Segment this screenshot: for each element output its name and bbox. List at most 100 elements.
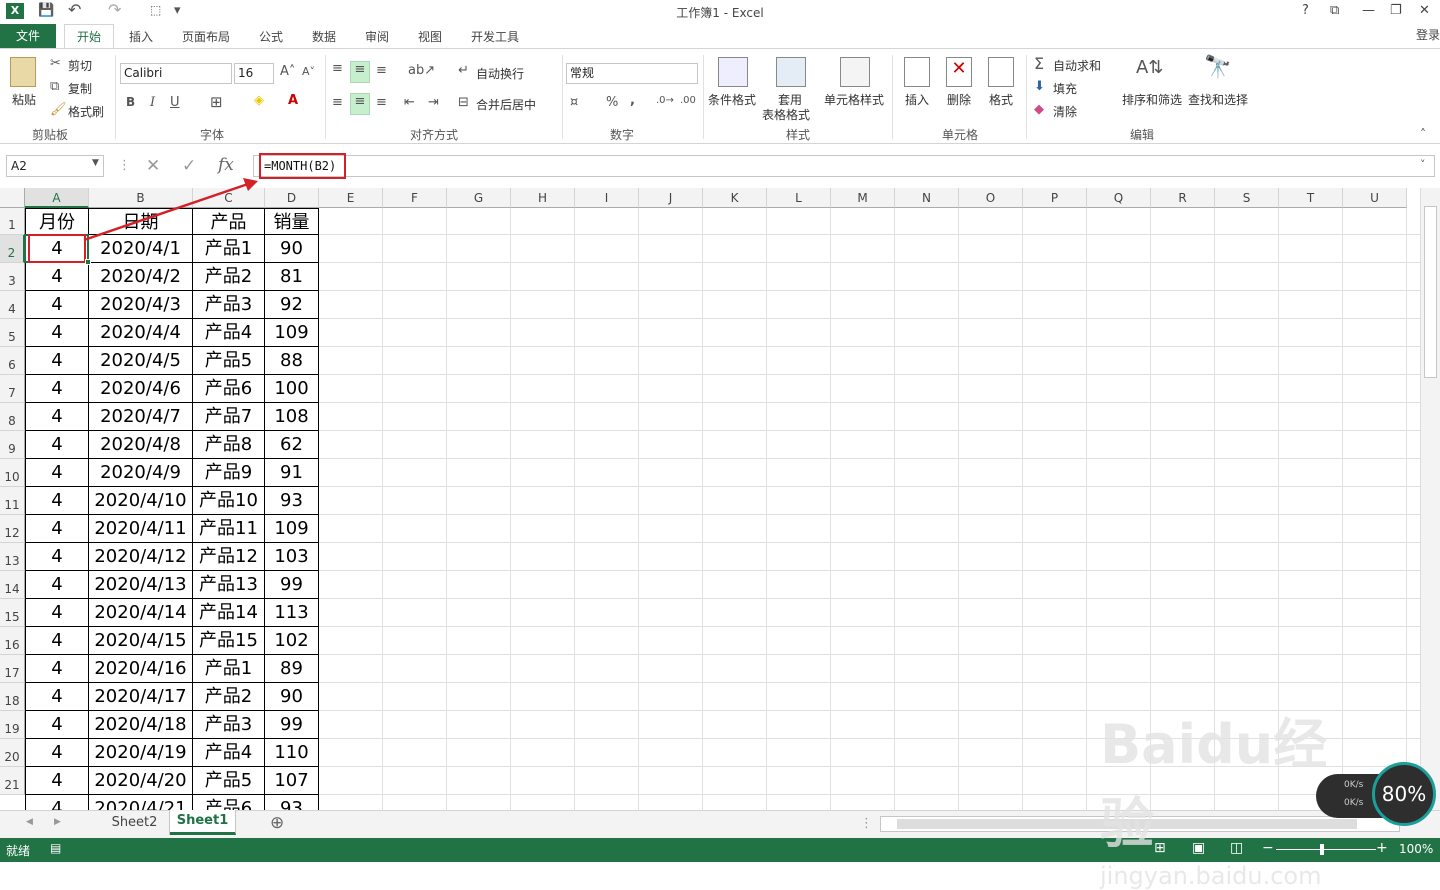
font-size-select[interactable]: 16 xyxy=(234,63,274,84)
column-header-S[interactable]: S xyxy=(1215,188,1279,208)
align-right-icon[interactable]: ≡ xyxy=(376,95,387,110)
row-header-21[interactable]: 21 xyxy=(0,767,25,795)
grow-font-icon[interactable]: A˄ xyxy=(280,64,295,79)
find-select-button[interactable]: 查找和选择 xyxy=(1188,91,1248,108)
table-cell[interactable]: 2020/4/21 xyxy=(89,795,193,810)
table-cell[interactable]: 4 xyxy=(25,739,89,767)
table-cell[interactable]: 2020/4/17 xyxy=(89,683,193,711)
name-box[interactable]: A2 xyxy=(6,155,104,177)
table-cell[interactable]: 产品4 xyxy=(193,739,265,767)
row-header-20[interactable]: 20 xyxy=(0,739,25,767)
table-cell[interactable]: 产品5 xyxy=(193,767,265,795)
column-header-B[interactable]: B xyxy=(89,188,193,208)
align-middle-icon[interactable]: ≡ xyxy=(350,61,370,83)
paste-icon[interactable] xyxy=(10,57,36,87)
tab-data[interactable]: 数据 xyxy=(312,28,336,45)
tab-review[interactable]: 审阅 xyxy=(365,28,389,45)
table-cell[interactable]: 62 xyxy=(265,431,319,459)
next-sheet-button[interactable]: ▶ xyxy=(54,817,61,827)
table-cell[interactable]: 2020/4/11 xyxy=(89,515,193,543)
cell-styles-button[interactable]: 单元格样式 xyxy=(824,91,884,108)
format-painter-button[interactable]: 格式刷 xyxy=(68,103,104,120)
row-header-11[interactable]: 11 xyxy=(0,487,25,515)
column-header-K[interactable]: K xyxy=(703,188,767,208)
row-header-15[interactable]: 15 xyxy=(0,599,25,627)
table-cell[interactable]: 2020/4/1 xyxy=(89,235,193,263)
macro-record-icon[interactable]: ▤ xyxy=(50,841,61,855)
table-cell[interactable]: 2020/4/9 xyxy=(89,459,193,487)
align-left-icon[interactable]: ≡ xyxy=(332,95,343,110)
column-header-Q[interactable]: Q xyxy=(1087,188,1151,208)
table-cell[interactable]: 2020/4/16 xyxy=(89,655,193,683)
delete-cells-button[interactable]: 删除 xyxy=(947,91,971,108)
table-cell[interactable]: 102 xyxy=(265,627,319,655)
table-cell[interactable]: 108 xyxy=(265,403,319,431)
conditional-format-icon[interactable] xyxy=(718,57,748,87)
page-break-view-icon[interactable]: ◫ xyxy=(1230,840,1243,856)
zoom-slider[interactable] xyxy=(1276,849,1376,850)
autosum-button[interactable]: 自动求和 xyxy=(1053,57,1101,74)
table-cell[interactable]: 4 xyxy=(25,403,89,431)
column-header-P[interactable]: P xyxy=(1023,188,1087,208)
maximize-button[interactable]: ❐ xyxy=(1390,3,1402,18)
table-cell[interactable]: 产品10 xyxy=(193,487,265,515)
wrap-text-button[interactable]: 自动换行 xyxy=(476,65,524,82)
table-cell[interactable]: 100 xyxy=(265,375,319,403)
row-header-19[interactable]: 19 xyxy=(0,711,25,739)
wrap-text-icon[interactable]: ↵ xyxy=(458,63,469,78)
row-header-14[interactable]: 14 xyxy=(0,571,25,599)
row-header-4[interactable]: 4 xyxy=(0,291,25,319)
row-header-7[interactable]: 7 xyxy=(0,375,25,403)
column-header-N[interactable]: N xyxy=(895,188,959,208)
table-cell[interactable]: 2020/4/20 xyxy=(89,767,193,795)
table-cell[interactable]: 4 xyxy=(25,683,89,711)
border-icon[interactable]: ⊞ xyxy=(210,93,223,111)
table-cell[interactable]: 4 xyxy=(25,319,89,347)
table-cell[interactable]: 2020/4/5 xyxy=(89,347,193,375)
tab-view[interactable]: 视图 xyxy=(418,28,442,45)
table-cell[interactable]: 4 xyxy=(25,711,89,739)
header-cell[interactable]: 月份 xyxy=(25,208,89,235)
align-top-icon[interactable]: ≡ xyxy=(332,61,343,76)
horizontal-scrollbar[interactable] xyxy=(880,816,1400,832)
table-cell[interactable]: 4 xyxy=(25,459,89,487)
table-cell[interactable]: 2020/4/6 xyxy=(89,375,193,403)
row-header-2[interactable]: 2 xyxy=(0,235,25,263)
column-header-J[interactable]: J xyxy=(639,188,703,208)
currency-icon[interactable]: ¤ xyxy=(570,95,578,110)
row-header-18[interactable]: 18 xyxy=(0,683,25,711)
copy-icon[interactable]: ⧉ xyxy=(50,79,59,94)
row-header-9[interactable]: 9 xyxy=(0,431,25,459)
cancel-formula-button[interactable]: ✕ xyxy=(146,156,160,176)
vertical-scroll-thumb[interactable] xyxy=(1424,206,1437,378)
insert-function-button[interactable]: fx xyxy=(218,155,234,175)
close-button[interactable]: ✕ xyxy=(1419,3,1430,18)
column-header-T[interactable]: T xyxy=(1279,188,1343,208)
memory-usage-widget[interactable]: 80% xyxy=(1372,762,1436,826)
zoom-in-button[interactable]: + xyxy=(1376,840,1388,856)
table-cell[interactable]: 4 xyxy=(25,543,89,571)
column-header-L[interactable]: L xyxy=(767,188,831,208)
table-cell[interactable]: 产品5 xyxy=(193,347,265,375)
table-cell[interactable]: 4 xyxy=(25,431,89,459)
clear-icon[interactable]: ◆ xyxy=(1034,102,1044,117)
header-cell[interactable]: 产品 xyxy=(193,208,265,235)
table-cell[interactable]: 110 xyxy=(265,739,319,767)
table-cell[interactable]: 113 xyxy=(265,599,319,627)
table-cell[interactable]: 91 xyxy=(265,459,319,487)
row-header-5[interactable]: 5 xyxy=(0,319,25,347)
italic-button[interactable]: I xyxy=(150,95,155,110)
decrease-decimal-icon[interactable]: .00 xyxy=(680,95,696,106)
autosum-icon[interactable]: Σ xyxy=(1034,54,1044,73)
normal-view-icon[interactable]: ⊞ xyxy=(1154,840,1166,856)
fill-button[interactable]: 填充 xyxy=(1053,80,1077,97)
login-link[interactable]: 登录 xyxy=(1416,26,1440,43)
table-cell[interactable]: 产品7 xyxy=(193,403,265,431)
table-cell[interactable]: 4 xyxy=(25,263,89,291)
page-layout-view-icon[interactable]: ▣ xyxy=(1192,840,1205,856)
formula-text-highlight[interactable]: =MONTH(B2) xyxy=(259,153,346,179)
table-cell[interactable]: 90 xyxy=(265,235,319,263)
merge-center-button[interactable]: 合并后居中 xyxy=(476,96,536,113)
table-cell[interactable]: 产品4 xyxy=(193,319,265,347)
merge-center-icon[interactable]: ⊟ xyxy=(458,95,469,110)
